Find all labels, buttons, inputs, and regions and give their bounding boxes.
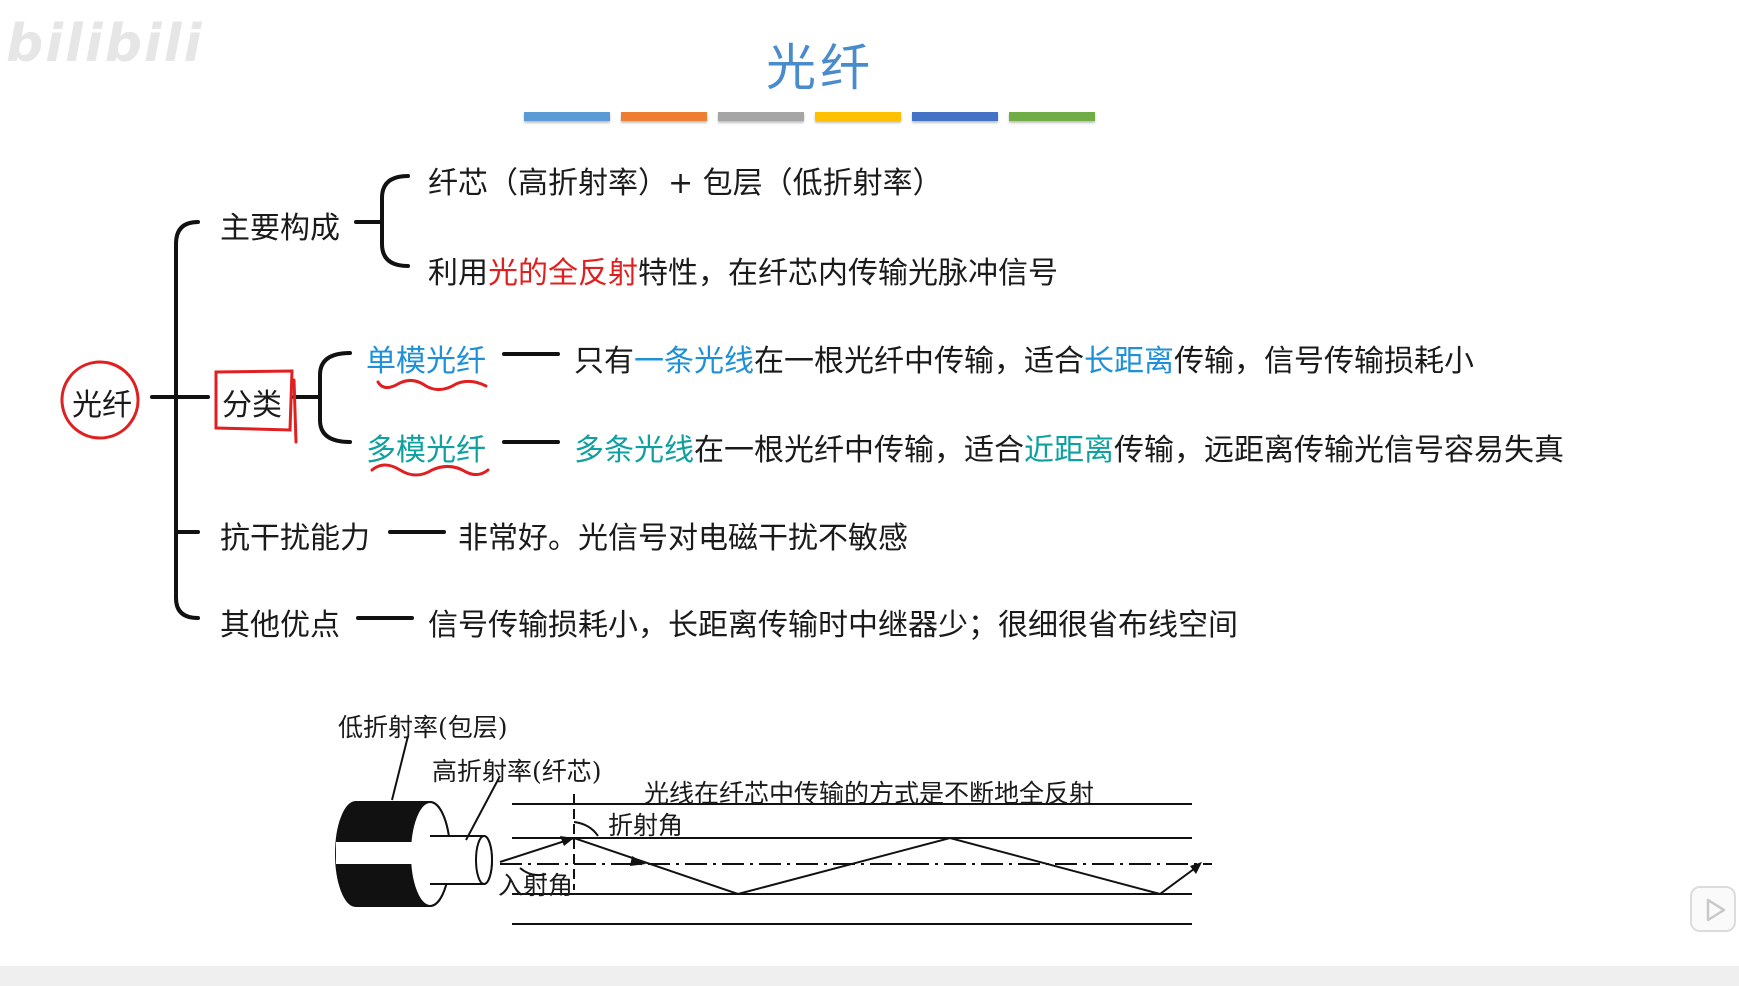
cladding-band — [336, 842, 428, 864]
incidence-angle-label: 入射角 — [498, 871, 574, 900]
cladding-leader — [391, 735, 409, 801]
refraction-angle-label: 折射角 — [608, 811, 684, 840]
play-button[interactable] — [1690, 886, 1736, 932]
core-end — [475, 835, 493, 885]
play-icon — [1706, 898, 1726, 922]
fiber-diagram — [335, 735, 1212, 925]
core-label: 高折射率(纤芯) — [432, 757, 602, 786]
player-bottom-strip — [0, 966, 1739, 986]
refraction-arc — [573, 821, 599, 837]
cladding-label: 低折射率(包层) — [338, 713, 508, 742]
ray-path — [499, 836, 1199, 896]
diagram-caption: 光线在纤芯中传输的方式是不断地全反射 — [644, 779, 1095, 808]
